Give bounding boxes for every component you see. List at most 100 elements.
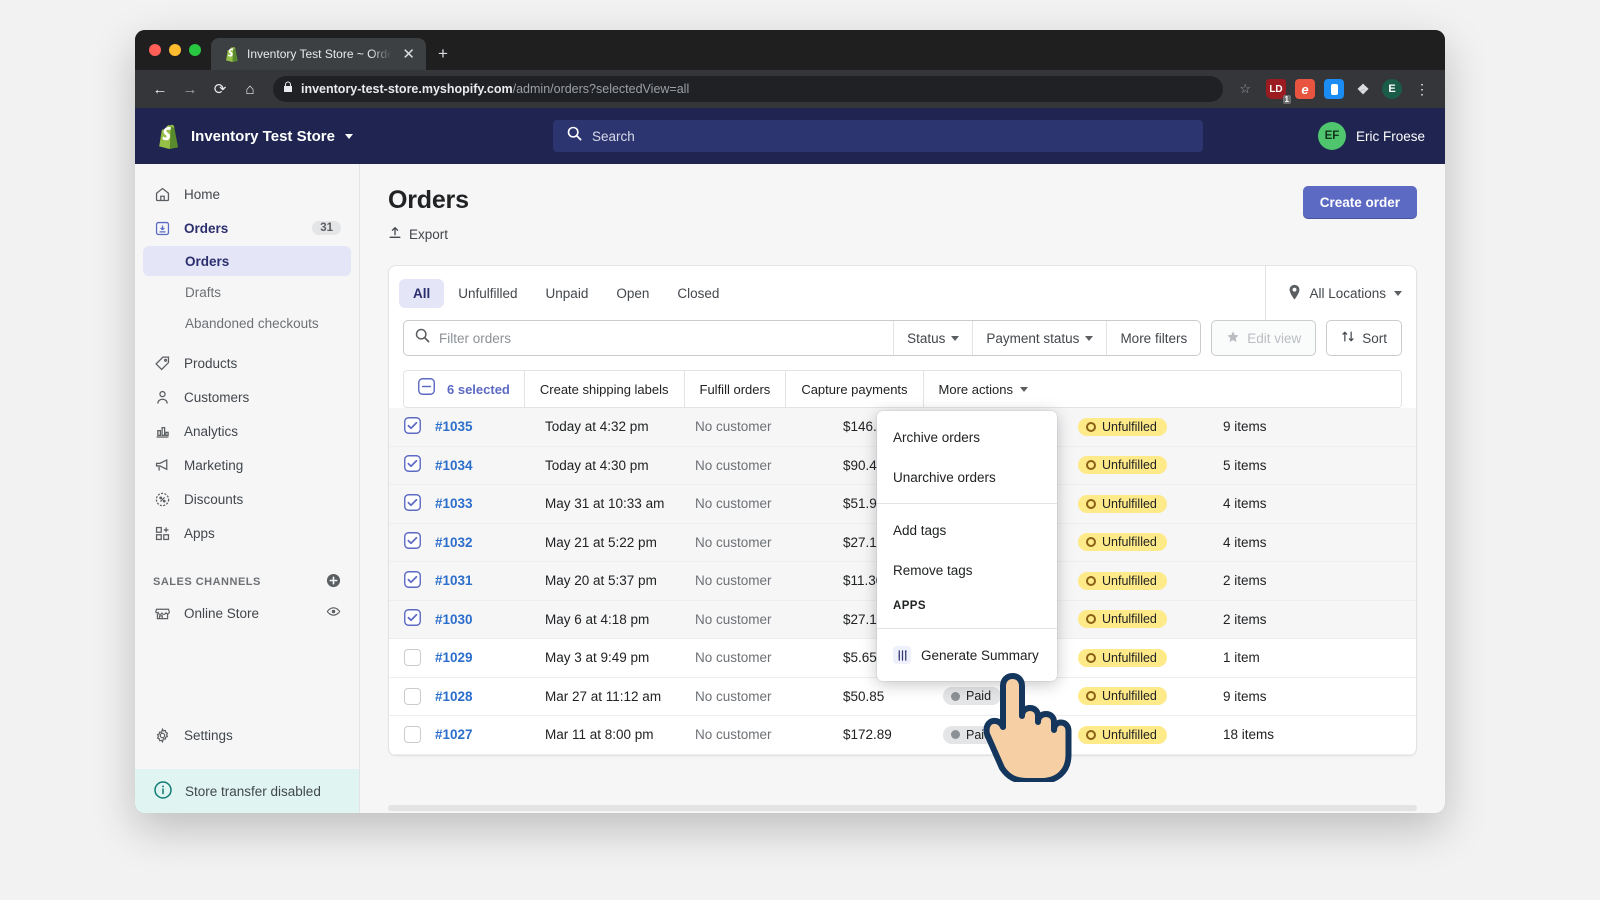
- order-number-link[interactable]: #1028: [435, 689, 545, 704]
- customers-icon: [153, 388, 171, 406]
- menu-item-unarchive-orders[interactable]: Unarchive orders: [877, 457, 1057, 497]
- status-filter-button[interactable]: Status: [893, 321, 972, 355]
- row-checkbox[interactable]: [389, 688, 435, 705]
- sidebar-item-customers[interactable]: Customers: [143, 381, 351, 413]
- indeterminate-checkbox-icon[interactable]: [418, 378, 435, 400]
- checkbox-checked-icon[interactable]: [404, 609, 421, 629]
- edit-view-button[interactable]: Edit view: [1211, 320, 1316, 356]
- sidebar-item-marketing[interactable]: Marketing: [143, 449, 351, 481]
- filter-orders-input[interactable]: [439, 331, 882, 346]
- sidebar-item-label: Products: [184, 356, 237, 371]
- chevron-down-icon: [1394, 291, 1402, 296]
- sort-button[interactable]: Sort: [1326, 320, 1402, 356]
- sidebar-item-discounts[interactable]: Discounts: [143, 483, 351, 515]
- bookmark-star-icon[interactable]: ☆: [1233, 81, 1257, 97]
- lastpass-extension-icon[interactable]: LD1: [1266, 79, 1286, 99]
- create-shipping-labels-button[interactable]: Create shipping labels: [525, 371, 685, 407]
- evernote-extension-icon[interactable]: e: [1295, 79, 1315, 99]
- maximize-window-button[interactable]: [189, 44, 201, 56]
- store-switcher[interactable]: Inventory Test Store: [155, 122, 445, 150]
- sidebar-subitem-drafts[interactable]: Drafts: [143, 277, 351, 307]
- order-number-link[interactable]: #1034: [435, 458, 545, 473]
- checkbox-unchecked-icon[interactable]: [404, 649, 421, 666]
- order-number-link[interactable]: #1031: [435, 573, 545, 588]
- row-checkbox[interactable]: [389, 532, 435, 552]
- sidebar-subitem-label: Drafts: [185, 285, 221, 300]
- store-transfer-banner[interactable]: Store transfer disabled: [135, 769, 359, 813]
- row-checkbox[interactable]: [389, 726, 435, 743]
- checkbox-checked-icon[interactable]: [404, 532, 421, 552]
- menu-item-add-tags[interactable]: Add tags: [877, 510, 1057, 550]
- checkbox-checked-icon[interactable]: [404, 455, 421, 475]
- export-button[interactable]: Export: [388, 225, 469, 243]
- checkbox-unchecked-icon[interactable]: [404, 688, 421, 705]
- order-number-link[interactable]: #1032: [435, 535, 545, 550]
- capture-payments-button[interactable]: Capture payments: [786, 371, 923, 407]
- row-checkbox[interactable]: [389, 494, 435, 514]
- tab-unfulfilled[interactable]: Unfulfilled: [444, 279, 531, 308]
- order-number-link[interactable]: #1029: [435, 650, 545, 665]
- sidebar-subitem-orders[interactable]: Orders: [143, 246, 351, 276]
- row-checkbox[interactable]: [389, 649, 435, 666]
- order-number-link[interactable]: #1033: [435, 496, 545, 511]
- filter-orders-field[interactable]: [404, 321, 893, 355]
- table-row[interactable]: #1027 Mar 11 at 8:00 pm No customer $172…: [389, 716, 1416, 755]
- eye-icon[interactable]: [326, 604, 341, 622]
- sidebar-item-products[interactable]: Products: [143, 347, 351, 379]
- bitwarden-extension-icon[interactable]: [1324, 79, 1344, 99]
- back-icon[interactable]: ←: [147, 76, 173, 102]
- checkbox-checked-icon[interactable]: [404, 494, 421, 514]
- browser-tab[interactable]: Inventory Test Store ~ Orders ~ ✕: [211, 38, 426, 70]
- tab-unpaid[interactable]: Unpaid: [532, 279, 603, 308]
- bulk-select-all[interactable]: 6 selected: [404, 371, 525, 407]
- browser-window: Inventory Test Store ~ Orders ~ ✕ + ← → …: [135, 30, 1445, 813]
- location-selector[interactable]: All Locations: [1265, 266, 1406, 320]
- sidebar-item-orders[interactable]: Orders 31: [143, 212, 351, 244]
- add-sales-channel-icon[interactable]: [326, 573, 341, 591]
- horizontal-scrollbar[interactable]: [388, 801, 1417, 813]
- close-tab-icon[interactable]: ✕: [399, 45, 418, 64]
- order-number-link[interactable]: #1030: [435, 612, 545, 627]
- menu-item-archive-orders[interactable]: Archive orders: [877, 417, 1057, 457]
- search-input[interactable]: Search: [592, 129, 635, 144]
- global-search[interactable]: Search: [553, 120, 1203, 152]
- more-actions-button[interactable]: More actions: [924, 371, 1043, 407]
- more-filters-button[interactable]: More filters: [1106, 321, 1200, 355]
- row-checkbox[interactable]: [389, 455, 435, 475]
- puzzle-extensions-icon[interactable]: ❖: [1353, 79, 1373, 99]
- row-checkbox[interactable]: [389, 609, 435, 629]
- checkbox-unchecked-icon[interactable]: [404, 726, 421, 743]
- scrollbar-track[interactable]: [388, 805, 1417, 811]
- checkbox-checked-icon[interactable]: [404, 571, 421, 591]
- apps-grid-icon: [153, 524, 171, 542]
- profile-avatar-icon[interactable]: E: [1382, 79, 1402, 99]
- sidebar-item-analytics[interactable]: Analytics: [143, 415, 351, 447]
- payment-status-filter-button[interactable]: Payment status: [972, 321, 1106, 355]
- home-icon[interactable]: ⌂: [237, 76, 263, 102]
- minimize-window-button[interactable]: [169, 44, 181, 56]
- sidebar-item-settings[interactable]: Settings: [143, 719, 351, 751]
- close-window-button[interactable]: [149, 44, 161, 56]
- order-number-link[interactable]: #1027: [435, 727, 545, 742]
- sidebar-item-online-store[interactable]: Online Store: [143, 597, 351, 629]
- forward-icon[interactable]: →: [177, 76, 203, 102]
- user-menu[interactable]: EF Eric Froese: [1318, 122, 1425, 150]
- address-bar[interactable]: inventory-test-store.myshopify.com/admin…: [273, 76, 1223, 102]
- new-tab-button[interactable]: +: [426, 38, 460, 70]
- sidebar-item-apps[interactable]: Apps: [143, 517, 351, 549]
- tab-all[interactable]: All: [399, 279, 444, 308]
- row-checkbox[interactable]: [389, 417, 435, 437]
- sidebar-item-home[interactable]: Home: [143, 178, 351, 210]
- reload-icon[interactable]: ⟳: [207, 76, 233, 102]
- checkbox-checked-icon[interactable]: [404, 417, 421, 437]
- create-order-button[interactable]: Create order: [1303, 186, 1417, 219]
- browser-menu-icon[interactable]: ⋮: [1406, 81, 1433, 98]
- row-checkbox[interactable]: [389, 571, 435, 591]
- order-number-link[interactable]: #1035: [435, 419, 545, 434]
- sidebar-subitem-abandoned-checkouts[interactable]: Abandoned checkouts: [143, 308, 351, 338]
- table-row[interactable]: #1028 Mar 27 at 11:12 am No customer $50…: [389, 678, 1416, 717]
- fulfill-orders-button[interactable]: Fulfill orders: [685, 371, 787, 407]
- tab-open[interactable]: Open: [602, 279, 663, 308]
- tab-closed[interactable]: Closed: [663, 279, 733, 308]
- menu-item-remove-tags[interactable]: Remove tags: [877, 550, 1057, 590]
